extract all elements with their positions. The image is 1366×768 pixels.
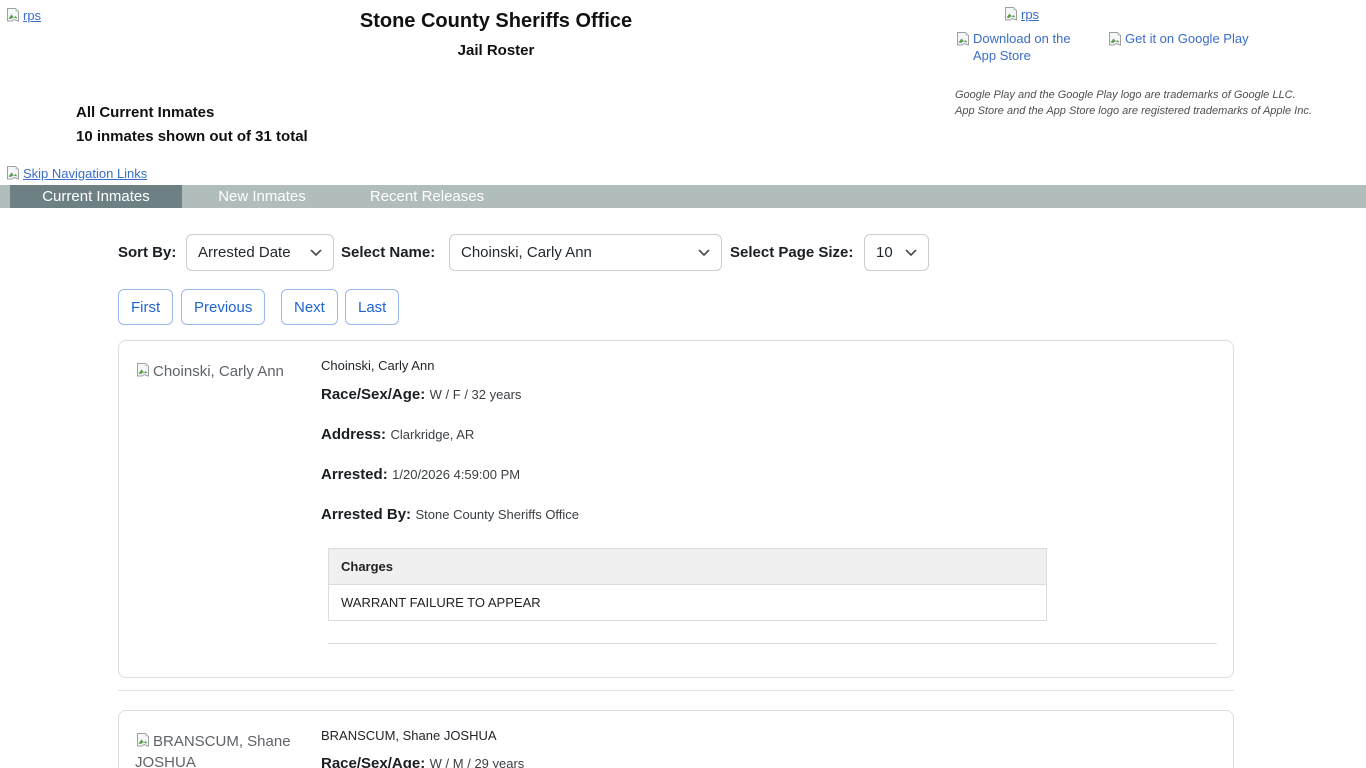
- broken-image-icon: [1107, 31, 1123, 47]
- select-name-select[interactable]: Choinski, Carly Ann: [449, 234, 722, 271]
- race-sex-age-value: W / M / 29 years: [430, 756, 525, 768]
- sort-by-value: Arrested Date: [198, 244, 291, 261]
- arrested-by-value: Stone County Sheriffs Office: [415, 507, 579, 522]
- tab-current-inmates[interactable]: Current Inmates: [10, 185, 182, 208]
- trademark-line-2: App Store and the App Store logo are reg…: [955, 103, 1315, 119]
- chevron-down-icon: [310, 249, 322, 257]
- header: Stone County Sheriffs Office Jail Roster: [0, 10, 992, 59]
- app-store-badge-link[interactable]: Download on the App Store: [955, 30, 1091, 64]
- broken-image-icon: [135, 362, 151, 378]
- race-sex-age-row: Race/Sex/Age: W / F / 32 years: [321, 386, 521, 404]
- broken-image-icon: [135, 732, 151, 748]
- charges-header: Charges: [329, 549, 1047, 585]
- page-subtitle: Jail Roster: [0, 42, 992, 59]
- roster-title: All Current Inmates: [76, 101, 308, 125]
- previous-page-button[interactable]: Previous: [181, 289, 265, 325]
- tab-label: Current Inmates: [42, 188, 150, 205]
- skip-navigation-link[interactable]: Skip Navigation Links: [5, 165, 147, 181]
- select-name-label: Select Name:: [341, 234, 435, 271]
- inmate-card: BRANSCUM, Shane JOSHUA BRANSCUM, Shane J…: [118, 710, 1234, 768]
- broken-image-icon: [1003, 6, 1019, 22]
- charges-table: Charges WARRANT FAILURE TO APPEAR: [328, 548, 1047, 621]
- first-page-button[interactable]: First: [118, 289, 173, 325]
- arrested-label: Arrested:: [321, 466, 388, 483]
- broken-image-icon: [955, 31, 971, 47]
- race-sex-age-row: Race/Sex/Age: W / M / 29 years: [321, 755, 524, 768]
- inmate-photo-link[interactable]: Choinski, Carly Ann: [135, 361, 303, 382]
- inmate-card: Choinski, Carly Ann Choinski, Carly Ann …: [118, 340, 1234, 678]
- arrested-by-row: Arrested By: Stone County Sheriffs Offic…: [321, 506, 579, 524]
- broken-image-icon: [5, 165, 21, 181]
- inmate-photo-alt-text: BRANSCUM, Shane JOSHUA: [135, 733, 291, 768]
- chevron-down-icon: [698, 249, 710, 257]
- tab-new-inmates[interactable]: New Inmates: [182, 185, 342, 208]
- google-play-badge-link[interactable]: Get it on Google Play: [1107, 30, 1249, 47]
- roster-heading: All Current Inmates 10 inmates shown out…: [76, 101, 308, 149]
- app-store-alt-text: Download on the App Store: [973, 30, 1091, 64]
- race-sex-age-label: Race/Sex/Age:: [321, 755, 425, 768]
- race-sex-age-label: Race/Sex/Age:: [321, 386, 425, 403]
- tab-bar-spacer: [0, 185, 10, 208]
- qr-alt-text: rps: [1021, 7, 1039, 22]
- sort-by-select[interactable]: Arrested Date: [186, 234, 334, 271]
- address-value: Clarkridge, AR: [390, 427, 474, 442]
- tab-label: Recent Releases: [370, 188, 484, 205]
- inmate-name-link[interactable]: Choinski, Carly Ann: [321, 358, 434, 373]
- card-divider: [328, 643, 1217, 644]
- last-page-button[interactable]: Last: [345, 289, 399, 325]
- tab-bar: Current Inmates New Inmates Recent Relea…: [0, 185, 1366, 208]
- roster-count: 10 inmates shown out of 31 total: [76, 125, 308, 149]
- skip-navigation-alt-text: Skip Navigation Links: [23, 166, 147, 181]
- page-size-value: 10: [876, 244, 893, 261]
- charge-row: WARRANT FAILURE TO APPEAR: [329, 585, 1047, 621]
- inmate-name-link[interactable]: BRANSCUM, Shane JOSHUA: [321, 728, 497, 743]
- trademark-line-1: Google Play and the Google Play logo are…: [955, 87, 1315, 103]
- arrested-row: Arrested: 1/20/2026 4:59:00 PM: [321, 466, 520, 484]
- qr-code-link[interactable]: rps: [1003, 6, 1039, 22]
- app-badges: rps Download on the App Store Get it on …: [955, 6, 1315, 64]
- select-name-value: Choinski, Carly Ann: [461, 244, 592, 261]
- page-title: Stone County Sheriffs Office: [0, 10, 992, 33]
- next-page-button[interactable]: Next: [281, 289, 338, 325]
- inmate-photo-link[interactable]: BRANSCUM, Shane JOSHUA: [135, 731, 303, 768]
- page: rps Stone County Sheriffs Office Jail Ro…: [0, 0, 1366, 768]
- charge-value: WARRANT FAILURE TO APPEAR: [329, 585, 1047, 621]
- arrested-value: 1/20/2026 4:59:00 PM: [392, 467, 520, 482]
- page-size-label: Select Page Size:: [730, 234, 853, 271]
- race-sex-age-value: W / F / 32 years: [430, 387, 522, 402]
- tab-recent-releases[interactable]: Recent Releases: [342, 185, 512, 208]
- tab-label: New Inmates: [218, 188, 306, 205]
- trademark-notice: Google Play and the Google Play logo are…: [955, 87, 1315, 119]
- cards-divider: [118, 690, 1234, 691]
- sort-by-label: Sort By:: [118, 234, 176, 271]
- inmate-photo-alt-text: Choinski, Carly Ann: [153, 363, 284, 380]
- google-play-alt-text: Get it on Google Play: [1125, 30, 1249, 47]
- address-row: Address: Clarkridge, AR: [321, 426, 474, 444]
- page-size-select[interactable]: 10: [864, 234, 929, 271]
- address-label: Address:: [321, 426, 386, 443]
- arrested-by-label: Arrested By:: [321, 506, 411, 523]
- chevron-down-icon: [905, 249, 917, 257]
